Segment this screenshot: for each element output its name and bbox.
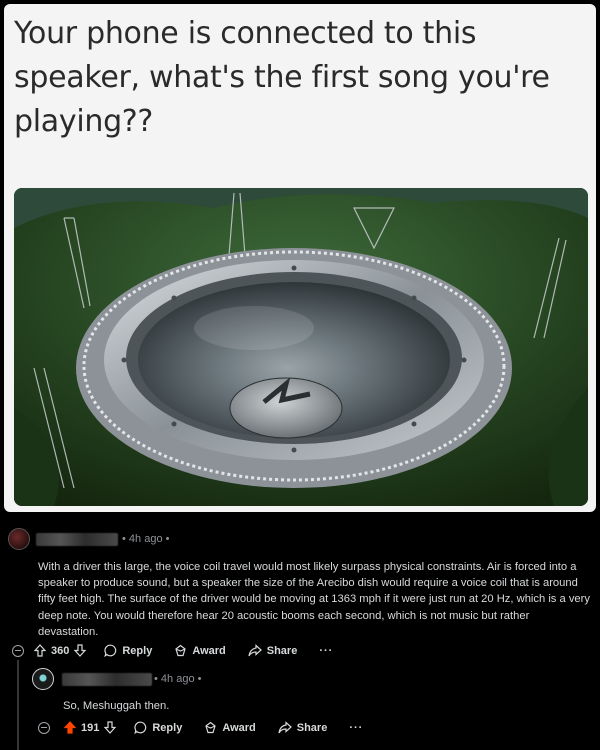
vote-control: 360 [34,644,87,657]
comment-time: 4h ago [128,533,163,545]
comment-actions: 191 Reply Award Share ··· [38,721,385,734]
vote-score: 191 [81,721,100,734]
comment-meta: • 4h ago • [122,533,170,545]
comment-body: With a driver this large, the voice coil… [38,561,590,638]
share-button[interactable]: Share [278,721,328,734]
share-label: Share [296,721,328,734]
comment: • 4h ago • With a driver this large, the… [0,528,600,668]
meme-card: Your phone is connected to this speaker,… [4,4,596,512]
upvote-icon[interactable] [34,644,46,657]
vote-score: 360 [51,644,70,657]
username-redacted[interactable] [36,533,118,546]
share-icon [248,644,262,657]
speaker-dish-photo[interactable] [14,188,588,506]
collapse-thread-button[interactable] [38,721,50,734]
comment-reply: • 4h ago • So, Meshuggah then. 191 Reply… [0,666,600,750]
award-button[interactable]: Award [204,721,256,734]
award-button[interactable]: Award [174,644,226,657]
comment-body: So, Meshuggah then. [63,700,170,712]
upvote-icon-active[interactable] [64,721,76,734]
award-icon [205,721,217,734]
meme-caption: Your phone is connected to this speaker,… [14,16,550,139]
collapse-thread-button[interactable] [12,644,24,657]
share-label: Share [266,644,298,657]
avatar[interactable] [32,668,54,690]
more-options-button[interactable]: ··· [319,645,333,657]
username-redacted[interactable] [62,673,152,686]
reply-label: Reply [122,644,153,657]
downvote-icon[interactable] [104,721,117,734]
more-options-button[interactable]: ··· [349,722,363,734]
comment-meta: • 4h ago • [154,673,202,685]
reply-button[interactable]: Reply [104,644,152,657]
award-label: Award [222,721,256,734]
share-button[interactable]: Share [248,644,298,657]
award-label: Award [192,644,226,657]
reply-label: Reply [152,721,183,734]
avatar[interactable] [8,528,30,550]
award-icon [175,644,187,657]
speaker-dish-illustration [14,188,588,506]
vote-control: 191 [64,721,117,734]
comment-time: 4h ago [160,673,195,685]
comment-actions: 360 Reply Award Share ··· [12,644,355,657]
reply-icon [134,721,147,734]
downvote-icon[interactable] [74,644,87,657]
reply-icon [104,644,117,657]
share-icon [278,721,292,734]
reply-button[interactable]: Reply [134,721,182,734]
